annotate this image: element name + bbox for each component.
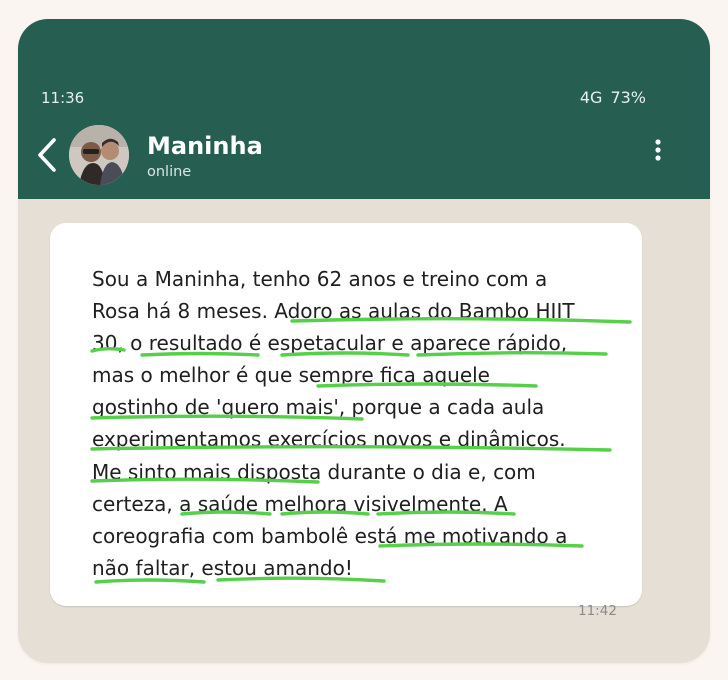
message-timestamp: 11:42 bbox=[578, 603, 617, 619]
avatar[interactable] bbox=[69, 125, 129, 185]
network-indicator: 4G bbox=[579, 88, 603, 107]
status-indicators: 4G 73% bbox=[580, 88, 646, 107]
battery-indicator: 73% bbox=[610, 88, 646, 107]
message-text: Sou a Maninha, tenho 62 anos e treino co… bbox=[92, 267, 575, 580]
contact-status: online bbox=[147, 164, 192, 180]
menu-button[interactable] bbox=[650, 137, 666, 163]
contact-name[interactable]: Maninha bbox=[147, 132, 263, 160]
bubble-tail bbox=[55, 251, 69, 265]
status-time: 11:36 bbox=[41, 89, 85, 107]
chevron-left-icon bbox=[38, 138, 56, 172]
back-button[interactable] bbox=[34, 132, 64, 178]
avatar-photo bbox=[69, 125, 129, 185]
chat-header: 11:36 4G 73% Maninha online bbox=[18, 19, 710, 199]
more-vertical-icon bbox=[655, 139, 661, 161]
